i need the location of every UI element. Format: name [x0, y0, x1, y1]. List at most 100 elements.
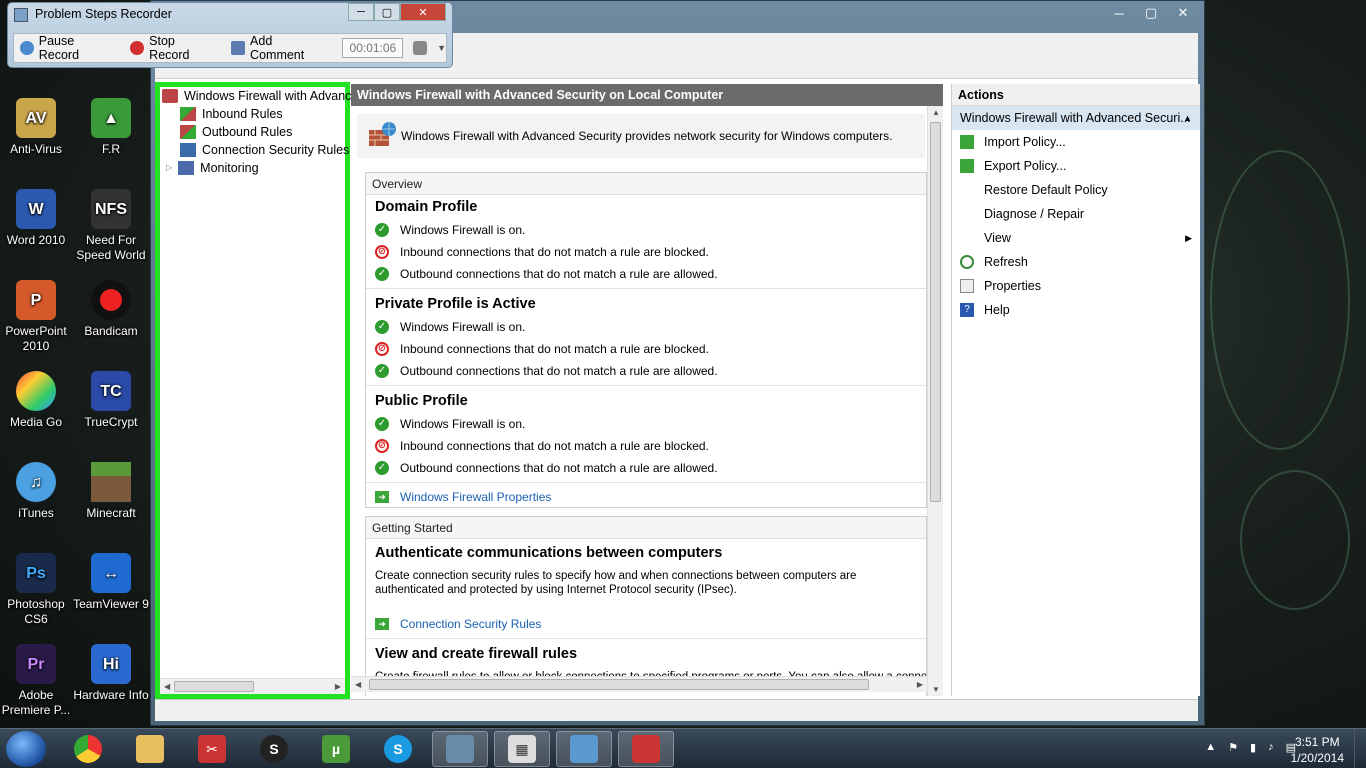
center-pane: Windows Firewall with Advanced Security … — [351, 106, 943, 696]
taskbar-snipping[interactable]: ✂ — [184, 731, 240, 767]
stop-icon — [130, 41, 145, 55]
comment-icon — [231, 41, 246, 55]
blocked-icon: ⊘ — [375, 245, 389, 259]
psr-app-icon — [14, 8, 28, 22]
desktop-icon-hardware-info[interactable]: Hi Hardware Info — [71, 644, 151, 703]
scroll-thumb[interactable] — [930, 122, 941, 502]
pause-record-button[interactable]: Pause Record — [20, 34, 116, 62]
scroll-down-icon[interactable]: ▼ — [932, 685, 940, 694]
psr-minimize-button[interactable]: ─ — [348, 3, 374, 21]
scroll-left-icon[interactable]: ◀ — [355, 680, 361, 689]
tray-expand-icon[interactable]: ▲ — [1205, 741, 1216, 754]
nfs-icon: NFS — [91, 189, 131, 229]
taskbar-steam[interactable]: S — [246, 731, 302, 767]
firewall-rules-title: View and create firewall rules — [375, 646, 578, 662]
taskbar-chrome[interactable] — [60, 731, 116, 767]
taskbar-skype[interactable]: S — [370, 731, 426, 767]
tree-item-monitoring[interactable]: ▷ Monitoring — [166, 159, 259, 177]
maximize-button[interactable]: ▢ — [1136, 3, 1166, 23]
psr-maximize-button[interactable]: ▢ — [374, 3, 400, 21]
add-comment-button[interactable]: Add Comment — [231, 34, 328, 62]
desktop-icon-itunes[interactable]: ♫ iTunes — [0, 462, 76, 521]
desktop-icon-photoshop[interactable]: Ps Photoshop CS6 — [0, 553, 76, 627]
system-tray: ▲ ⚑ ▮ ♪ ▤ — [1205, 741, 1296, 754]
minecraft-icon — [91, 462, 131, 502]
scissors-icon: ✂ — [198, 735, 226, 763]
connection-security-link-row[interactable]: ➜ Connection Security Rules — [366, 613, 926, 635]
chrome-icon — [74, 735, 102, 763]
taskbar-control-panel[interactable] — [556, 731, 612, 767]
battery-icon[interactable]: ▮ — [1250, 741, 1256, 754]
psr-close-button[interactable]: ✕ — [400, 3, 446, 21]
actions-header: Actions — [952, 84, 1200, 106]
center-horizontal-scrollbar[interactable]: ◀ ▶ — [351, 676, 927, 692]
taskbar-firewall[interactable] — [618, 731, 674, 767]
volume-icon[interactable]: ♪ — [1268, 741, 1274, 754]
expand-arrow-icon[interactable]: ▷ — [166, 159, 172, 177]
tree-item-inbound-rules[interactable]: Inbound Rules — [180, 105, 283, 123]
action-properties[interactable]: Properties — [952, 274, 1200, 298]
check-shield-icon: ✓ — [375, 461, 389, 475]
show-desktop-button[interactable] — [1354, 729, 1366, 768]
dropdown-arrow-icon[interactable]: ▼ — [437, 43, 446, 53]
action-diagnose-repair[interactable]: Diagnose / Repair — [952, 202, 1200, 226]
scroll-thumb[interactable] — [174, 681, 254, 692]
desktop-icon-premiere[interactable]: Pr Adobe Premiere P... — [0, 644, 76, 718]
taskbar-explorer[interactable] — [122, 731, 178, 767]
profile-status-line: ⊘ Inbound connections that do not match a… — [366, 435, 926, 457]
intro-text: Windows Firewall with Advanced Security … — [401, 129, 893, 143]
action-view[interactable]: View ▶ — [952, 226, 1200, 250]
properties-link-row[interactable]: ➜ Windows Firewall Properties — [366, 486, 926, 508]
scroll-thumb[interactable] — [369, 679, 869, 690]
center-vertical-scrollbar[interactable]: ▲ ▼ — [927, 106, 943, 696]
desktop-icon-teamviewer[interactable]: ↔ TeamViewer 9 — [71, 553, 151, 612]
submenu-arrow-icon: ▶ — [1185, 233, 1192, 243]
desktop-icon-truecrypt[interactable]: TC TrueCrypt — [71, 371, 151, 430]
tree-item-connection-security-rules[interactable]: Connection Security Rules — [180, 141, 349, 159]
start-button[interactable] — [6, 731, 46, 767]
itunes-icon: ♫ — [16, 462, 56, 502]
taskbar-utorrent[interactable]: µ — [308, 731, 364, 767]
truecrypt-icon: TC — [91, 371, 131, 411]
close-button[interactable]: ✕ — [1168, 3, 1198, 23]
help-shield-icon[interactable] — [413, 41, 428, 55]
stop-record-button[interactable]: Stop Record — [130, 34, 217, 62]
profile-status-line: ✓ Outbound connections that do not match … — [366, 263, 926, 285]
action-restore-default[interactable]: Restore Default Policy — [952, 178, 1200, 202]
desktop-icon-bandicam[interactable]: Bandicam — [71, 280, 151, 339]
profile-status-line: ✓ Outbound connections that do not match … — [366, 360, 926, 382]
windows-firewall-properties-link[interactable]: Windows Firewall Properties — [400, 486, 551, 508]
scroll-right-icon[interactable]: ▶ — [335, 682, 341, 691]
collapse-up-icon[interactable]: ▲ — [1183, 106, 1192, 130]
overview-section: Overview Domain Profile ✓ Windows Firewal… — [365, 172, 927, 508]
minimize-button[interactable]: ─ — [1104, 3, 1134, 23]
divider — [366, 482, 926, 483]
taskbar-psr[interactable]: ▦ — [494, 731, 550, 767]
scroll-up-icon[interactable]: ▲ — [932, 108, 940, 117]
tree-item-outbound-rules[interactable]: Outbound Rules — [180, 123, 292, 141]
scroll-right-icon[interactable]: ▶ — [917, 680, 923, 689]
flag-icon[interactable]: ⚑ — [1228, 741, 1238, 754]
connection-security-rules-link[interactable]: Connection Security Rules — [400, 613, 541, 635]
inbound-rules-icon — [180, 107, 196, 121]
taskbar-clock[interactable]: 3:51 PM 1/20/2014 — [1291, 734, 1344, 766]
desktop-icon-word[interactable]: W Word 2010 — [0, 189, 76, 248]
action-import-policy[interactable]: Import Policy... — [952, 130, 1200, 154]
actions-group-header[interactable]: Windows Firewall with Advanced Securi...… — [952, 106, 1200, 130]
check-shield-icon: ✓ — [375, 223, 389, 237]
desktop-icon-fr[interactable]: ▲ F.R — [71, 98, 151, 157]
desktop-icon-mediago[interactable]: Media Go — [0, 371, 76, 430]
desktop-icon-nfs[interactable]: NFS Need For Speed World — [71, 189, 151, 263]
psr-title: Problem Steps Recorder — [35, 7, 172, 21]
public-profile-title: Public Profile — [375, 393, 468, 409]
taskbar-file-manager[interactable] — [432, 731, 488, 767]
scroll-left-icon[interactable]: ◀ — [164, 682, 170, 691]
action-refresh[interactable]: Refresh — [952, 250, 1200, 274]
desktop-icon-powerpoint[interactable]: P PowerPoint 2010 — [0, 280, 76, 354]
action-help[interactable]: ? Help — [952, 298, 1200, 322]
tree-horizontal-scrollbar[interactable]: ◀ ▶ — [160, 678, 345, 694]
desktop-icon-minecraft[interactable]: Minecraft — [71, 462, 151, 521]
tree-root[interactable]: Windows Firewall with Advanc — [162, 87, 351, 105]
desktop-icon-antivirus[interactable]: AV Anti-Virus — [0, 98, 76, 157]
action-export-policy[interactable]: Export Policy... — [952, 154, 1200, 178]
